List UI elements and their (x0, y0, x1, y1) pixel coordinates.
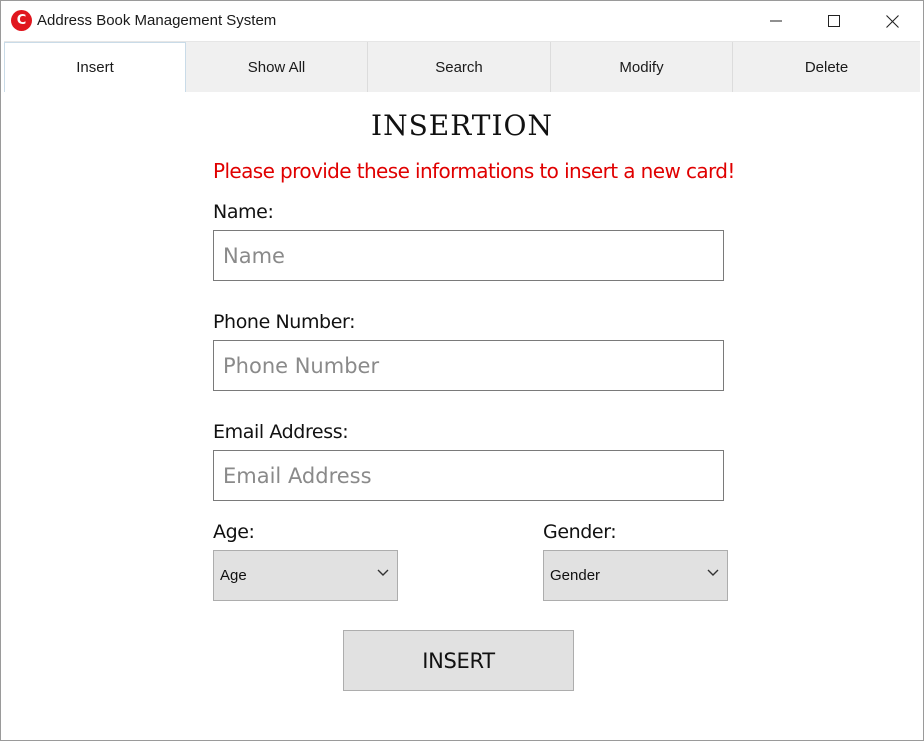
tab-delete[interactable]: Delete (733, 42, 920, 92)
instruction-text: Please provide these informations to ins… (213, 159, 735, 183)
name-input[interactable] (213, 230, 724, 281)
close-button[interactable] (863, 1, 921, 41)
age-select-value: Age (220, 567, 247, 584)
app-window: C Address Book Management System Insert … (0, 0, 924, 741)
chevron-down-icon (377, 569, 389, 576)
gender-select-value: Gender (550, 567, 601, 584)
name-label: Name: (213, 201, 274, 223)
minimize-button[interactable] (747, 1, 805, 41)
tab-modify[interactable]: Modify (551, 42, 733, 92)
app-logo-letter: C (16, 13, 27, 28)
insert-button[interactable]: INSERT (343, 630, 574, 691)
title-bar[interactable]: C Address Book Management System (1, 1, 923, 41)
age-select[interactable]: Age (213, 550, 398, 601)
phone-label: Phone Number: (213, 311, 356, 333)
page-title: INSERTION (371, 109, 553, 142)
minimize-icon (770, 20, 782, 22)
email-input[interactable] (213, 450, 724, 501)
tab-search[interactable]: Search (368, 42, 551, 92)
phone-input[interactable] (213, 340, 724, 391)
maximize-button[interactable] (805, 1, 863, 41)
tab-show-all[interactable]: Show All (186, 42, 368, 92)
email-label: Email Address: (213, 421, 349, 443)
age-label: Age: (213, 521, 255, 543)
gender-label: Gender: (543, 521, 617, 543)
close-icon (885, 14, 899, 28)
gender-select[interactable]: Gender (543, 550, 728, 601)
chevron-down-icon (707, 569, 719, 576)
maximize-icon (828, 15, 840, 27)
tab-insert[interactable]: Insert (4, 42, 186, 92)
window-title: Address Book Management System (37, 12, 277, 29)
tab-bar: Insert Show All Search Modify Delete (4, 41, 920, 92)
app-logo-icon: C (11, 10, 32, 31)
